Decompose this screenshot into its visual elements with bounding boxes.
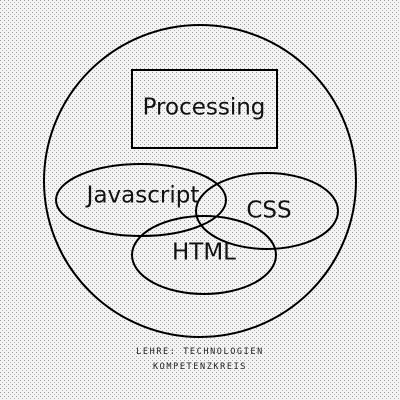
css-label: CSS: [246, 198, 291, 224]
javascript-label: Javascript: [85, 183, 200, 209]
html-label: HTML: [172, 240, 236, 266]
competence-circle-diagram: Processing Javascript CSS HTML: [0, 0, 400, 400]
processing-label: Processing: [143, 95, 266, 121]
diagram-stage: Processing Javascript CSS HTML LEHRE: TE…: [0, 0, 400, 400]
caption-line-2: KOMPETENZKREIS: [152, 362, 248, 372]
caption-line-1: LEHRE: TECHNOLOGIEN: [136, 347, 264, 357]
dotted-background: [0, 0, 400, 400]
